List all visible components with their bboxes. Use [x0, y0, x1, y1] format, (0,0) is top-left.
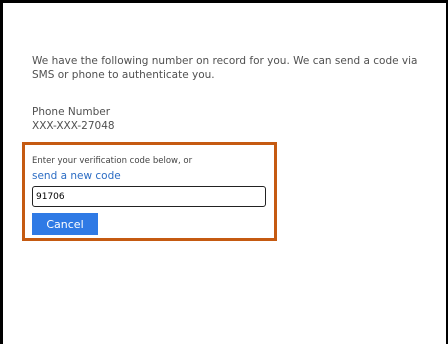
cancel-button[interactable]: Cancel	[32, 213, 98, 235]
verification-prompt: Enter your verification code below, or	[32, 156, 193, 166]
phone-number-value: XXX-XXX-27048	[32, 120, 115, 132]
phone-number-label: Phone Number	[32, 106, 111, 118]
intro-text: We have the following number on record f…	[32, 55, 418, 81]
verification-code-input[interactable]	[32, 186, 266, 207]
send-new-code-link[interactable]: send a new code	[32, 170, 121, 183]
